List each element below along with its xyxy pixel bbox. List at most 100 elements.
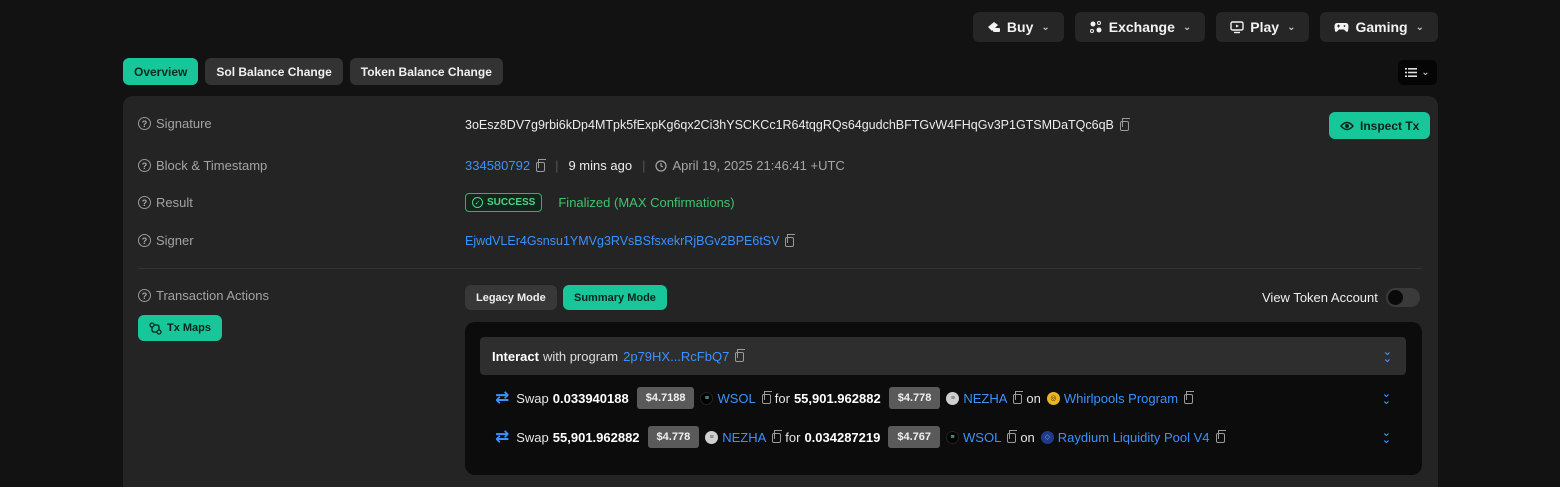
signature-value-row: 3oEsz8DV7g9rbi6kDp4MTpk5fExpKg6qx2Ci3hYS… bbox=[465, 118, 1130, 132]
wsol-token-icon: ≡ bbox=[700, 391, 714, 405]
wsol-token-icon: ≡ bbox=[946, 430, 960, 444]
amount-in: 55,901.962882 bbox=[552, 429, 640, 445]
tab-sol-balance-change[interactable]: Sol Balance Change bbox=[205, 58, 343, 85]
raydium-logo-icon: ◇ bbox=[1040, 430, 1054, 444]
time-ago: 9 mins ago bbox=[568, 158, 633, 173]
amount-out: 55,901.962882 bbox=[793, 390, 881, 406]
chevron-down-icon: ⌄ bbox=[1182, 21, 1192, 33]
swap-arrows-icon: ⇄ bbox=[495, 427, 510, 446]
copy-icon[interactable] bbox=[1215, 430, 1226, 443]
swap-word: Swap bbox=[516, 429, 549, 445]
buy-menu-button[interactable]: Buy ⌄ bbox=[972, 12, 1064, 42]
price-badge: $4.778 bbox=[647, 426, 700, 448]
double-chevron-down-icon[interactable]: ⌄ ⌄ bbox=[1382, 428, 1391, 446]
swap-arrows-icon: ⇄ bbox=[495, 388, 510, 407]
copy-icon[interactable] bbox=[1007, 430, 1018, 443]
copy-icon[interactable] bbox=[1119, 118, 1130, 131]
help-icon[interactable]: ? bbox=[138, 234, 151, 247]
transaction-overview-card: ? Signature 3oEsz8DV7g9rbi6kDp4MTpk5fExp… bbox=[123, 96, 1438, 487]
legacy-mode-button[interactable]: Legacy Mode bbox=[465, 285, 557, 310]
block-link[interactable]: 334580792 bbox=[465, 158, 530, 173]
help-icon[interactable]: ? bbox=[138, 289, 151, 302]
actions-label: Transaction Actions bbox=[156, 288, 269, 303]
token-in-link[interactable]: NEZHA bbox=[722, 430, 766, 445]
exchange-menu-button[interactable]: Exchange ⌄ bbox=[1074, 12, 1206, 42]
copy-icon[interactable] bbox=[1013, 391, 1024, 404]
program-link[interactable]: Raydium Liquidity Pool V4 bbox=[1058, 430, 1210, 445]
help-icon[interactable]: ? bbox=[138, 159, 151, 172]
whirlpools-logo-icon: ◎ bbox=[1046, 391, 1060, 405]
copy-icon[interactable] bbox=[785, 234, 796, 247]
tx-maps-button[interactable]: Tx Maps bbox=[138, 315, 223, 341]
inspect-tx-button[interactable]: Inspect Tx bbox=[1329, 112, 1431, 139]
chevron-down-icon: ⌄ bbox=[1421, 67, 1430, 78]
interact-program-header[interactable]: Interact with program 2p79HX...RcFbQ7 ⌄ ⌄ bbox=[480, 337, 1406, 375]
for-word: for bbox=[774, 390, 790, 406]
price-badge: $4.7188 bbox=[636, 387, 695, 409]
buy-label: Buy bbox=[1006, 19, 1034, 35]
for-word: for bbox=[785, 429, 801, 445]
interact-bold: Interact bbox=[492, 348, 539, 364]
clock-icon bbox=[655, 159, 668, 172]
inspect-tx-label: Inspect Tx bbox=[1360, 118, 1420, 133]
view-token-account-toggle[interactable] bbox=[1385, 288, 1420, 307]
nezha-token-icon: ≡ bbox=[705, 430, 719, 444]
double-chevron-down-icon[interactable]: ⌄ ⌄ bbox=[1382, 389, 1391, 407]
gaming-label: Gaming bbox=[1355, 19, 1408, 35]
block-value-row: 334580792 | 9 mins ago | April 19, 2025 … bbox=[465, 158, 845, 173]
token-in-link[interactable]: WSOL bbox=[717, 391, 755, 406]
help-icon[interactable]: ? bbox=[138, 196, 151, 209]
copy-icon[interactable] bbox=[761, 391, 772, 404]
section-divider bbox=[138, 268, 1422, 269]
check-circle-icon: ✓ bbox=[472, 197, 483, 208]
result-label: Result bbox=[156, 195, 193, 210]
status-badge: ✓ SUCCESS bbox=[465, 193, 543, 212]
copy-icon[interactable] bbox=[735, 349, 746, 362]
result-label-row: ? Result bbox=[138, 195, 193, 210]
swap-word: Swap bbox=[516, 390, 549, 406]
swap-row: ⇄ Swap 55,901.962882 $4.778 ≡ NEZHA for … bbox=[495, 424, 1391, 450]
eye-icon bbox=[1340, 121, 1354, 131]
help-icon[interactable]: ? bbox=[138, 117, 151, 130]
actions-label-row: ? Transaction Actions bbox=[138, 288, 269, 303]
play-menu-button[interactable]: Play ⌄ bbox=[1216, 12, 1310, 42]
route-icon bbox=[149, 321, 162, 335]
tab-bar: Overview Sol Balance Change Token Balanc… bbox=[123, 58, 503, 85]
nezha-token-icon: ≡ bbox=[946, 391, 960, 405]
block-label: Block & Timestamp bbox=[156, 158, 268, 173]
play-label: Play bbox=[1250, 19, 1280, 35]
signer-link[interactable]: EjwdVLEr4Gsnsu1YMVg3RVsBSfsxekrRjBGv2BPE… bbox=[465, 234, 779, 248]
transaction-actions-panel: Interact with program 2p79HX...RcFbQ7 ⌄ ⌄… bbox=[465, 322, 1422, 475]
list-icon bbox=[1405, 68, 1418, 77]
copy-icon[interactable] bbox=[772, 430, 783, 443]
price-badge: $4.767 bbox=[888, 426, 941, 448]
view-token-account-label: View Token Account bbox=[1262, 290, 1378, 305]
signer-label-row: ? Signer bbox=[138, 233, 194, 248]
summary-mode-button[interactable]: Summary Mode bbox=[563, 285, 667, 310]
tx-maps-label: Tx Maps bbox=[167, 322, 212, 334]
program-link[interactable]: Whirlpools Program bbox=[1064, 391, 1178, 406]
on-word: on bbox=[1020, 429, 1035, 445]
divider: | bbox=[555, 158, 559, 173]
interact-text: with program bbox=[542, 348, 619, 364]
status-badge-label: SUCCESS bbox=[487, 197, 536, 208]
block-label-row: ? Block & Timestamp bbox=[138, 158, 267, 173]
exchange-icon bbox=[1089, 20, 1103, 34]
double-chevron-down-icon[interactable]: ⌄ ⌄ bbox=[1383, 347, 1392, 365]
divider: | bbox=[642, 158, 646, 173]
program-link[interactable]: 2p79HX...RcFbQ7 bbox=[623, 349, 729, 364]
tab-overview[interactable]: Overview bbox=[123, 58, 199, 85]
price-badge: $4.778 bbox=[888, 387, 941, 409]
token-out-link[interactable]: WSOL bbox=[963, 430, 1001, 445]
copy-icon[interactable] bbox=[1184, 391, 1195, 404]
gaming-menu-button[interactable]: Gaming ⌄ bbox=[1320, 12, 1438, 42]
view-options-button[interactable]: ⌄ bbox=[1398, 60, 1437, 85]
view-token-account-row: View Token Account bbox=[1262, 288, 1420, 307]
exchange-label: Exchange bbox=[1108, 19, 1175, 35]
copy-icon[interactable] bbox=[536, 158, 547, 172]
signer-value-row: EjwdVLEr4Gsnsu1YMVg3RVsBSfsxekrRjBGv2BPE… bbox=[465, 234, 796, 248]
tab-token-balance-change[interactable]: Token Balance Change bbox=[349, 58, 503, 85]
gamepad-icon bbox=[1334, 22, 1349, 33]
token-out-link[interactable]: NEZHA bbox=[963, 391, 1007, 406]
signature-label-row: ? Signature bbox=[138, 116, 212, 131]
